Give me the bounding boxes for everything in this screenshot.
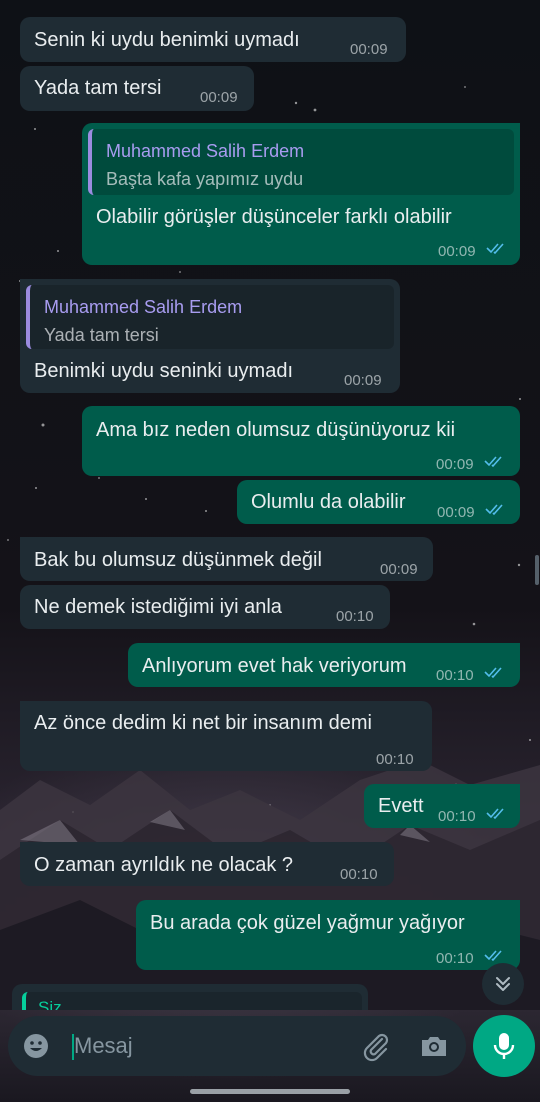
message-text: Bak bu olumsuz düşünmek değil: [34, 549, 322, 571]
message-text: Benimki uydu seninki uymadı: [34, 360, 294, 382]
message-bubble-outgoing[interactable]: Anlıyorum evet hak veriyorum 00:10: [128, 643, 520, 687]
double-check-icon: [485, 504, 503, 516]
message-text: Anlıyorum evet hak veriyorum: [142, 655, 407, 677]
message-bubble-outgoing-reply[interactable]: Muhammed Salih Erdem Başta kafa yapımız …: [82, 123, 520, 265]
message-time: 00:09: [200, 89, 238, 106]
quoted-sender: Muhammed Salih Erdem: [106, 141, 305, 161]
quoted-message[interactable]: Muhammed Salih Erdem Yada tam tersi: [26, 285, 394, 349]
message-time: 00:10: [336, 608, 374, 625]
quoted-sender: Muhammed Salih Erdem: [44, 297, 243, 317]
message-text: Ne demek istediğimi iyi anla: [34, 596, 282, 618]
message-time: 00:09: [344, 372, 382, 389]
chevron-double-down-icon: [496, 977, 510, 991]
emoji-icon[interactable]: [22, 1032, 50, 1060]
paperclip-icon[interactable]: [360, 1030, 392, 1062]
message-time: 00:10: [340, 866, 378, 883]
message-bubble-outgoing[interactable]: Olumlu da olabilir 00:09: [237, 480, 520, 524]
message-bubble-incoming[interactable]: Senin ki uydu benimki uymadı 00:09: [20, 17, 406, 62]
message-bubble-partial[interactable]: Siz: [12, 984, 368, 1010]
message-bubble-incoming[interactable]: Bak bu olumsuz düşünmek değil 00:09: [20, 537, 433, 581]
message-text: O zaman ayrıldık ne olacak ?: [34, 854, 294, 876]
message-text: Olabilir görüşler düşünceler farklı olab…: [96, 206, 452, 228]
message-text: Bu arada çok güzel yağmur yağıyor: [150, 912, 465, 934]
quoted-text: Yada tam tersi: [44, 325, 159, 345]
scrollbar-thumb[interactable]: [535, 555, 539, 585]
home-indicator[interactable]: [190, 1089, 350, 1094]
double-check-icon: [486, 243, 504, 255]
double-check-icon: [484, 456, 502, 468]
message-bubble-outgoing[interactable]: Ama bız neden olumsuz düşünüyoruz kii 00…: [82, 406, 520, 476]
message-bubble-incoming[interactable]: Az önce dedim ki net bir insanım demi 00…: [20, 701, 432, 771]
message-bubble-outgoing[interactable]: Bu arada çok güzel yağmur yağıyor 00:10: [136, 900, 520, 970]
microphone-icon: [493, 1033, 515, 1059]
message-time: 00:09: [350, 41, 388, 58]
message-bubble-incoming[interactable]: Ne demek istediğimi iyi anla 00:10: [20, 585, 390, 629]
quoted-message[interactable]: [22, 992, 362, 1010]
double-check-icon: [486, 808, 504, 820]
message-list[interactable]: Senin ki uydu benimki uymadı 00:09 Yada …: [0, 0, 540, 1010]
message-time: 00:10: [438, 808, 476, 825]
message-time: 00:09: [438, 243, 476, 260]
message-time: 00:09: [436, 456, 474, 473]
message-text: Ama bız neden olumsuz düşünüyoruz kii: [96, 419, 456, 441]
message-text: Az önce dedim ki net bir insanım demi: [34, 712, 372, 734]
quoted-text: Başta kafa yapımız uydu: [106, 169, 304, 189]
double-check-icon: [484, 667, 502, 679]
message-text: Evett: [378, 795, 424, 817]
message-bubble-incoming[interactable]: O zaman ayrıldık ne olacak ? 00:10: [20, 842, 394, 886]
message-time: 00:10: [436, 950, 474, 967]
message-time: 00:09: [380, 561, 418, 578]
double-check-icon: [484, 950, 502, 962]
message-bubble-incoming-reply[interactable]: Muhammed Salih Erdem Yada tam tersi Beni…: [20, 279, 400, 393]
message-time: 00:10: [376, 751, 414, 768]
camera-icon[interactable]: [418, 1030, 450, 1062]
message-time: 00:10: [436, 667, 474, 684]
scroll-to-bottom-button[interactable]: [482, 963, 524, 1005]
message-bubble-outgoing[interactable]: Evett 00:10: [364, 784, 520, 828]
message-text: Yada tam tersi: [34, 77, 162, 99]
message-text: Senin ki uydu benimki uymadı: [34, 29, 300, 51]
quoted-sender: Siz: [38, 998, 62, 1010]
message-bubble-incoming[interactable]: Yada tam tersi 00:09: [20, 66, 254, 111]
message-text: Olumlu da olabilir: [251, 491, 406, 513]
message-composer[interactable]: [8, 1016, 466, 1076]
voice-record-button[interactable]: [473, 1015, 535, 1077]
quoted-message[interactable]: Muhammed Salih Erdem Başta kafa yapımız …: [88, 129, 514, 195]
message-input[interactable]: [74, 1030, 344, 1062]
message-time: 00:09: [437, 504, 475, 521]
